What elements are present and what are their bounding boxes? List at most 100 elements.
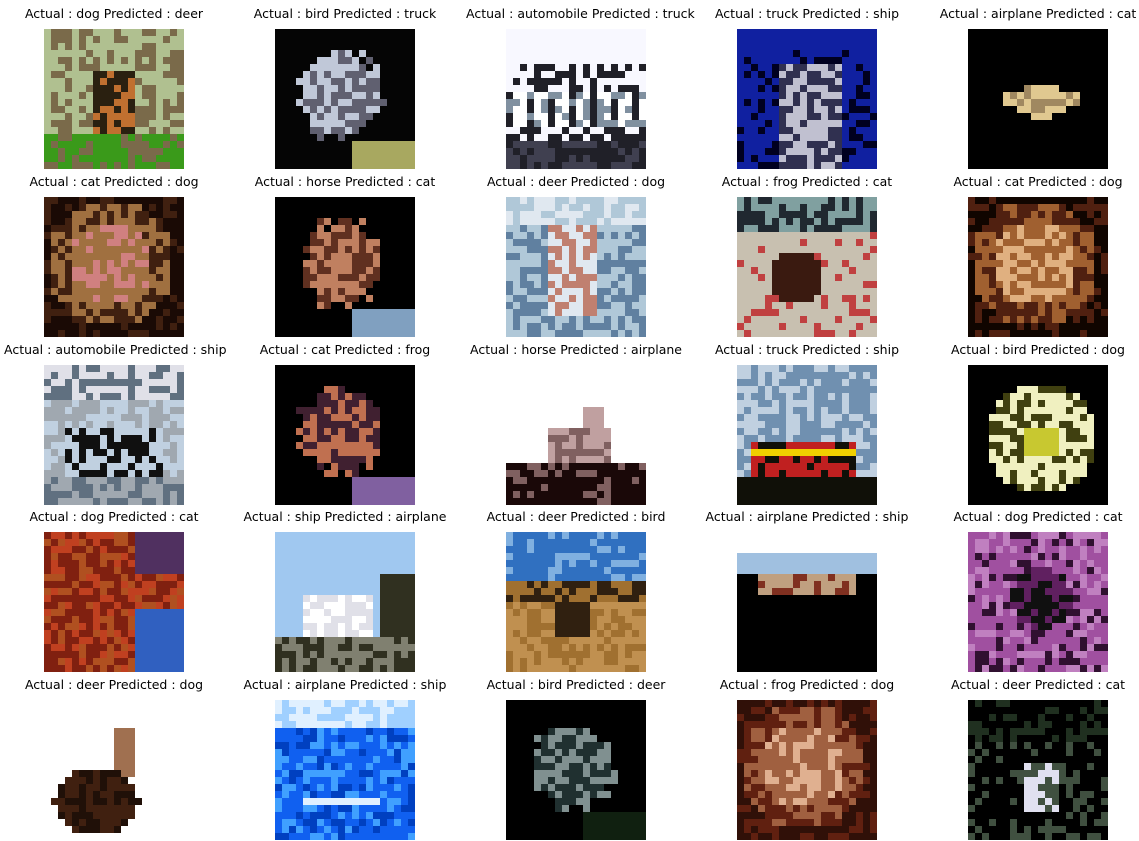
grid-cell: Actual : frog Predicted : cat (697, 174, 917, 337)
cell-caption: Actual : airplane Predicted : ship (705, 509, 909, 524)
pixel-image (506, 29, 646, 169)
grid-cell: Actual : bird Predicted : truck (235, 6, 455, 169)
sample-image (737, 532, 877, 672)
pixel-image (968, 700, 1108, 840)
sample-image (506, 197, 646, 337)
cell-caption: Actual : airplane Predicted : cat (939, 6, 1137, 21)
pixel-image (968, 532, 1108, 672)
grid-cell: Actual : ship Predicted : airplane (235, 509, 455, 672)
sample-image (968, 29, 1108, 169)
sample-image (44, 365, 184, 505)
grid-cell: Actual : cat Predicted : dog (928, 174, 1139, 337)
grid-cell: Actual : truck Predicted : ship (697, 6, 917, 169)
pixel-image (737, 29, 877, 169)
pixel-image (506, 365, 646, 505)
grid-cell: Actual : automobile Predicted : truck (466, 6, 695, 169)
cell-caption: Actual : deer Predicted : dog (24, 677, 204, 692)
sample-image (968, 700, 1108, 840)
cell-caption: Actual : automobile Predicted : ship (4, 342, 227, 357)
cell-caption: Actual : ship Predicted : airplane (243, 509, 447, 524)
pixel-image (275, 29, 415, 169)
grid-cell: Actual : horse Predicted : airplane (466, 342, 686, 505)
pixel-image (506, 700, 646, 840)
pixel-image (275, 197, 415, 337)
grid-cell: Actual : airplane Predicted : ship (235, 677, 455, 840)
sample-image (506, 532, 646, 672)
cell-caption: Actual : horse Predicted : airplane (470, 342, 682, 357)
sample-image (968, 365, 1108, 505)
sample-image (968, 197, 1108, 337)
pixel-image (737, 197, 877, 337)
cell-caption: Actual : cat Predicted : dog (29, 174, 199, 189)
sample-image (44, 700, 184, 840)
cell-caption: Actual : deer Predicted : cat (950, 677, 1126, 692)
grid-cell: Actual : bird Predicted : dog (928, 342, 1139, 505)
sample-image (737, 365, 877, 505)
pixel-image (275, 365, 415, 505)
sample-image (737, 29, 877, 169)
cell-caption: Actual : airplane Predicted : ship (243, 677, 447, 692)
sample-image (275, 365, 415, 505)
grid-cell: Actual : deer Predicted : dog (466, 174, 686, 337)
cell-caption: Actual : truck Predicted : ship (714, 6, 900, 21)
cell-caption: Actual : dog Predicted : cat (29, 509, 199, 524)
cell-caption: Actual : frog Predicted : dog (719, 677, 895, 692)
pixel-image (275, 532, 415, 672)
cell-caption: Actual : bird Predicted : deer (486, 677, 666, 692)
sample-image (275, 532, 415, 672)
pixel-image (44, 365, 184, 505)
grid-cell: Actual : dog Predicted : cat (4, 509, 224, 672)
pixel-image (44, 532, 184, 672)
pixel-image (968, 29, 1108, 169)
sample-image (44, 532, 184, 672)
pixel-image (275, 700, 415, 840)
cell-caption: Actual : frog Predicted : cat (721, 174, 893, 189)
cell-caption: Actual : cat Predicted : frog (259, 342, 431, 357)
cell-caption: Actual : dog Predicted : cat (953, 509, 1123, 524)
sample-image (275, 197, 415, 337)
grid-cell: Actual : horse Predicted : cat (235, 174, 455, 337)
sample-image (44, 197, 184, 337)
pixel-image (737, 365, 877, 505)
cell-caption: Actual : automobile Predicted : truck (466, 6, 695, 21)
cell-caption: Actual : bird Predicted : dog (951, 342, 1125, 357)
grid-cell: Actual : deer Predicted : bird (466, 509, 686, 672)
pixel-image (737, 532, 877, 672)
grid-cell: Actual : automobile Predicted : ship (4, 342, 227, 505)
cell-caption: Actual : cat Predicted : dog (953, 174, 1123, 189)
pixel-image (968, 365, 1108, 505)
grid-cell: Actual : cat Predicted : frog (235, 342, 455, 505)
cell-caption: Actual : horse Predicted : cat (254, 174, 436, 189)
grid-cell: Actual : cat Predicted : dog (4, 174, 224, 337)
sample-image (506, 29, 646, 169)
cell-caption: Actual : deer Predicted : bird (486, 509, 666, 524)
cell-caption: Actual : dog Predicted : deer (24, 6, 204, 21)
grid-cell: Actual : deer Predicted : cat (928, 677, 1139, 840)
grid-cell: Actual : dog Predicted : deer (4, 6, 224, 169)
sample-image (506, 365, 646, 505)
grid-cell: Actual : bird Predicted : deer (466, 677, 686, 840)
grid-cell: Actual : airplane Predicted : cat (928, 6, 1139, 169)
cell-caption: Actual : deer Predicted : dog (486, 174, 666, 189)
pixel-image (506, 532, 646, 672)
sample-image (506, 700, 646, 840)
cell-caption: Actual : bird Predicted : truck (253, 6, 437, 21)
pixel-image (737, 700, 877, 840)
sample-image (737, 700, 877, 840)
grid-cell: Actual : airplane Predicted : ship (697, 509, 917, 672)
pixel-image (968, 197, 1108, 337)
sample-image (737, 197, 877, 337)
pixel-image (44, 197, 184, 337)
prediction-grid-figure: { "grid": { "rows": 5, "cols": 5, "cells… (0, 0, 1139, 841)
grid-cell: Actual : truck Predicted : ship (697, 342, 917, 505)
grid-cell: Actual : deer Predicted : dog (4, 677, 224, 840)
sample-image (44, 29, 184, 169)
sample-image (968, 532, 1108, 672)
grid-cell: Actual : dog Predicted : cat (928, 509, 1139, 672)
pixel-image (506, 197, 646, 337)
cell-caption: Actual : truck Predicted : ship (714, 342, 900, 357)
grid-cell: Actual : frog Predicted : dog (697, 677, 917, 840)
pixel-image (44, 700, 184, 840)
pixel-image (44, 29, 184, 169)
sample-image (275, 29, 415, 169)
